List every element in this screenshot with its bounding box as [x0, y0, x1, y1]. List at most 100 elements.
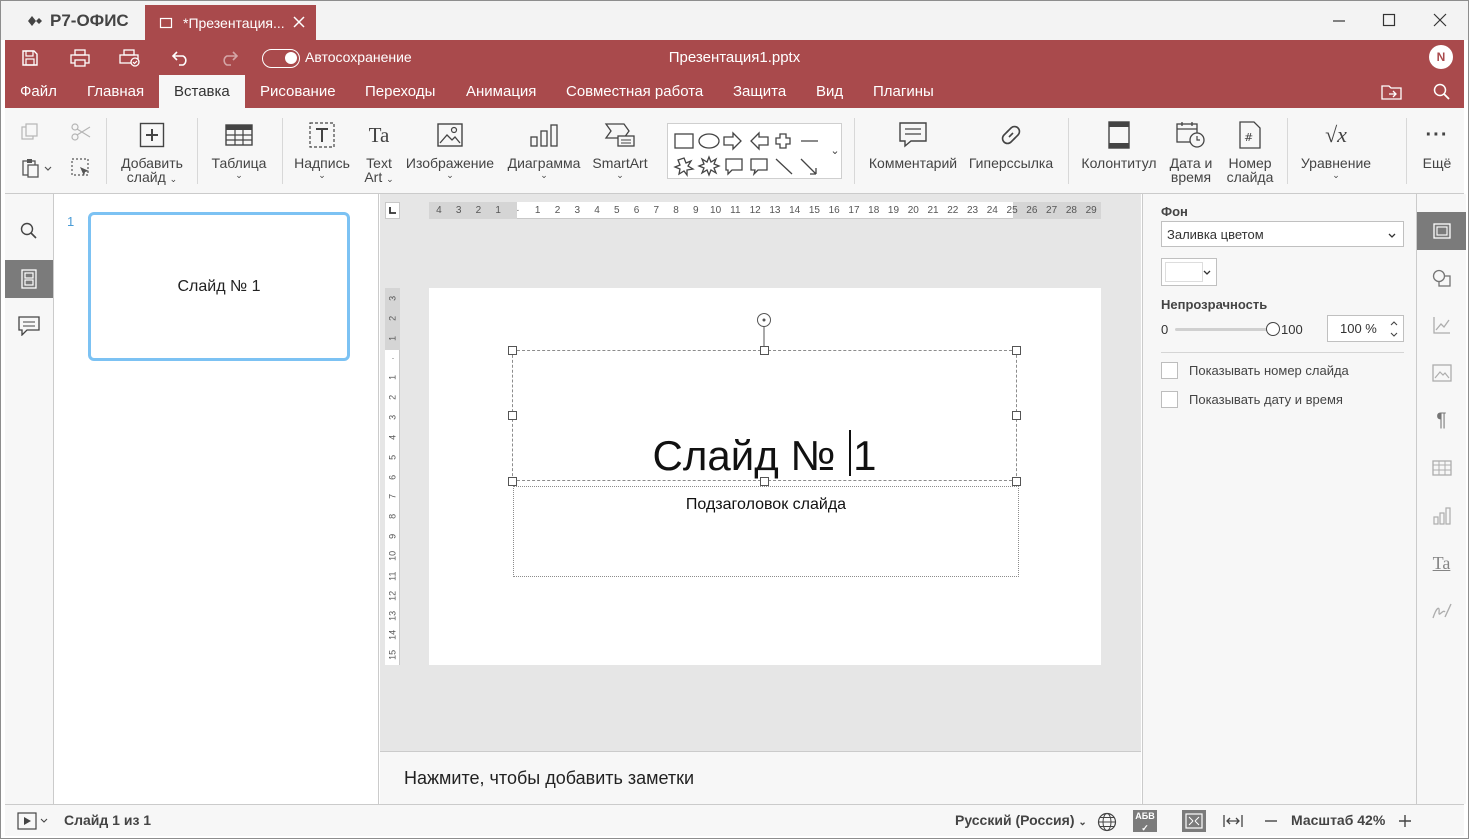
show-slide-number-checkbox[interactable]: [1161, 362, 1178, 379]
minimize-button[interactable]: [1328, 9, 1350, 31]
equation-button[interactable]: √x Уравнение ⌄: [1297, 120, 1375, 181]
spinner-arrows-icon[interactable]: [1389, 318, 1399, 340]
hyperlink-button[interactable]: Гиперссылка: [965, 120, 1057, 170]
tab-protection[interactable]: Защита: [718, 75, 801, 108]
insert-table-button[interactable]: Таблица ⌄: [207, 120, 271, 180]
select-all-button[interactable]: [71, 158, 91, 181]
fit-width-button[interactable]: [1222, 812, 1244, 833]
quick-print-button[interactable]: [119, 47, 141, 69]
insert-toolbar: Добавить слайд ⌄ Таблица ⌄ Надпись ⌄ Ta …: [5, 108, 1464, 194]
slides-panel-button[interactable]: [5, 260, 53, 298]
insert-chart-button[interactable]: Диаграмма ⌄: [505, 120, 583, 180]
shapes-gallery[interactable]: ⌄: [667, 123, 842, 179]
tab-stop-selector[interactable]: [385, 202, 400, 219]
zoom-in-button[interactable]: [1397, 812, 1413, 833]
table-settings-button[interactable]: [1417, 449, 1466, 487]
tab-transitions[interactable]: Переходы: [350, 75, 450, 108]
insert-image-button[interactable]: Изображение ⌄: [405, 120, 495, 180]
maximize-button[interactable]: [1378, 9, 1400, 31]
smartart-button[interactable]: SmartArt ⌄: [589, 120, 651, 180]
app-window: Р7-ОФИС *Презентация... Автосохранение П…: [0, 0, 1469, 839]
fit-slide-button[interactable]: [1182, 810, 1206, 832]
logo-icon: [28, 16, 42, 26]
show-datetime-checkbox[interactable]: [1161, 391, 1178, 408]
tab-draw[interactable]: Рисование: [245, 75, 351, 108]
slide-title[interactable]: Слайд № 1: [513, 430, 1016, 480]
calendar-clock-icon: [1176, 122, 1205, 148]
title-placeholder[interactable]: Слайд № 1: [512, 350, 1017, 481]
textbox-button[interactable]: Надпись ⌄: [291, 120, 353, 180]
tab-insert[interactable]: Вставка: [159, 75, 245, 108]
globe-icon: [1097, 812, 1117, 832]
find-button[interactable]: [5, 212, 53, 250]
notes-area[interactable]: Нажмите, чтобы добавить заметки: [380, 751, 1141, 804]
ruler-tick: 13: [387, 610, 398, 621]
language-select[interactable]: Русский (Россия) ⌄: [955, 805, 1087, 837]
document-tab[interactable]: *Презентация...: [145, 5, 316, 40]
start-slideshow-button[interactable]: [17, 812, 51, 833]
copy-button[interactable]: [21, 123, 39, 144]
fill-type-select[interactable]: Заливка цветом: [1161, 221, 1404, 247]
slide-subtitle[interactable]: Подзаголовок слайда: [514, 496, 1018, 514]
text-cursor: [849, 430, 852, 476]
opacity-slider[interactable]: [1175, 322, 1280, 336]
opacity-max: 100: [1281, 322, 1303, 337]
table-icon: [225, 124, 253, 146]
status-bar: Слайд 1 из 1 Русский (Россия) ⌄ АБВ ✓ Мас…: [5, 804, 1464, 836]
menu-tabs: Файл Главная Вставка Рисование Переходы …: [5, 75, 1464, 108]
header-footer-button[interactable]: Колонтитул: [1079, 120, 1159, 170]
tab-view[interactable]: Вид: [801, 75, 858, 108]
subtitle-placeholder[interactable]: Подзаголовок слайда: [513, 486, 1019, 577]
slide-canvas[interactable]: Слайд № 1 Подзаголовок слайда: [429, 288, 1101, 665]
autosave-toggle[interactable]: [262, 49, 300, 68]
shapes-more-icon[interactable]: ⌄: [828, 138, 842, 164]
textart-button[interactable]: Ta Text Art ⌄: [357, 120, 401, 186]
comments-panel-button[interactable]: [5, 307, 53, 345]
user-avatar[interactable]: N: [1429, 45, 1453, 69]
print-button[interactable]: [69, 47, 91, 69]
ruler-tick: 21: [927, 205, 939, 216]
play-icon: [17, 812, 48, 830]
horizontal-ruler[interactable]: 4 3 2 1 · 1 2 3 4 5 6 7 8 9 10 11 12 13 14 15 16 17 18 19 20 21 22…: [429, 202, 1101, 219]
save-button[interactable]: [19, 47, 41, 69]
paste-button[interactable]: [21, 158, 55, 181]
ruler-tick: 3: [387, 295, 398, 301]
open-location-button[interactable]: [1381, 81, 1403, 103]
tab-animation[interactable]: Анимация: [451, 75, 551, 108]
opacity-slider-thumb[interactable]: [1266, 322, 1280, 336]
search-button[interactable]: [1431, 81, 1453, 103]
slide-settings-button[interactable]: [1417, 212, 1466, 250]
vertical-ruler[interactable]: 3 2 1 · 1 2 3 4 5 6 7 8 9 10 11 12 13 14 15: [385, 288, 400, 665]
tab-file[interactable]: Файл: [5, 75, 72, 108]
paragraph-settings-button[interactable]: ¶: [1417, 402, 1466, 440]
textart-settings-button[interactable]: Ta: [1417, 544, 1466, 582]
add-slide-button[interactable]: Добавить слайд ⌄: [117, 120, 187, 186]
cut-button[interactable]: [71, 123, 91, 144]
zoom-out-button[interactable]: [1263, 812, 1279, 833]
redo-button[interactable]: [219, 47, 241, 69]
slide-number-button[interactable]: # Номер слайда: [1223, 120, 1277, 184]
ruler-tick: 18: [868, 205, 880, 216]
spellcheck-button[interactable]: АБВ ✓: [1133, 810, 1157, 833]
tab-plugins[interactable]: Плагины: [858, 75, 949, 108]
chart-button[interactable]: [1417, 497, 1466, 535]
datetime-button[interactable]: Дата и время: [1165, 120, 1217, 184]
close-tab-icon[interactable]: [290, 13, 308, 31]
tab-home[interactable]: Главная: [72, 75, 159, 108]
image-settings-button[interactable]: [1417, 354, 1466, 392]
slide-thumbnail[interactable]: Слайд № 1: [88, 212, 350, 361]
save-icon: [22, 50, 38, 66]
close-window-button[interactable]: [1429, 9, 1451, 31]
undo-button[interactable]: [169, 47, 191, 69]
doc-language-button[interactable]: [1097, 812, 1117, 835]
svg-text:#: #: [1244, 131, 1253, 144]
signature-settings-button[interactable]: [1417, 592, 1466, 630]
more-button[interactable]: ··· Ещё: [1415, 120, 1459, 170]
insert-comment-button[interactable]: Комментарий: [865, 120, 961, 170]
opacity-input[interactable]: 100 %: [1327, 315, 1404, 342]
shape-settings-button[interactable]: [1417, 259, 1466, 297]
slide-counter: Слайд 1 из 1: [64, 812, 152, 828]
tab-collaboration[interactable]: Совместная работа: [551, 75, 718, 108]
fill-color-picker[interactable]: [1161, 258, 1217, 286]
chart-settings-button[interactable]: [1417, 306, 1466, 344]
